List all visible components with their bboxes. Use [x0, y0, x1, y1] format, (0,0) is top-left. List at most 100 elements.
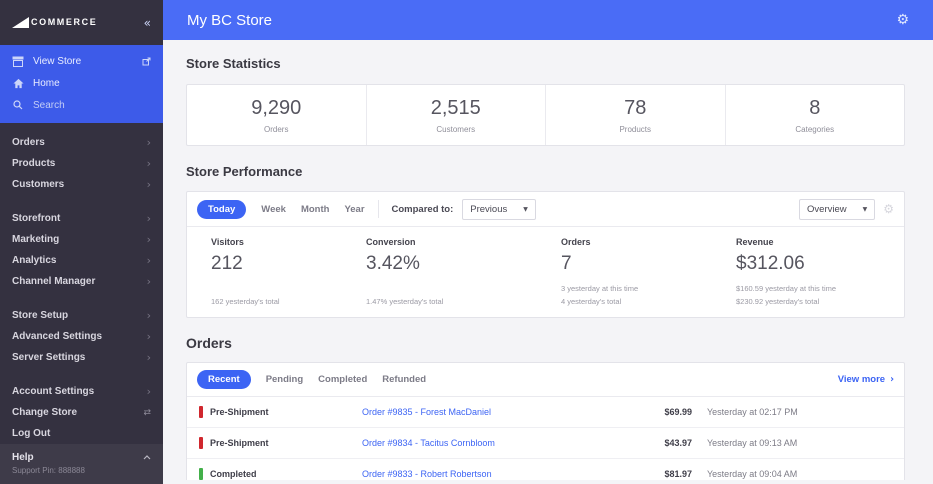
overview-select[interactable]: Overview ▼ [799, 198, 876, 220]
bigcommerce-sail-icon [12, 17, 29, 28]
chevron-right-icon: › [146, 330, 151, 343]
order-price: $81.97 [664, 469, 692, 479]
stat-orders[interactable]: 9,290 Orders [187, 85, 367, 145]
overview-value: Overview [807, 203, 847, 215]
help-toggle[interactable]: Help [12, 452, 151, 463]
compared-to-select[interactable]: Previous ▼ [462, 198, 536, 220]
caret-down-icon: ▼ [862, 205, 868, 213]
sidebar-item-customers[interactable]: Customers › [0, 174, 163, 195]
help-panel[interactable]: Help Support Pin: 888888 [0, 444, 163, 484]
tab-today[interactable]: Today [197, 199, 247, 219]
stat-categories[interactable]: 8 Categories [726, 85, 905, 145]
chevron-right-icon: › [146, 233, 151, 246]
stat-products[interactable]: 78 Products [546, 85, 726, 145]
metric-sub-now: 3 yesterday at this time [561, 284, 639, 293]
sidebar-item-home[interactable]: Home [0, 72, 163, 94]
menu-divider-gap [0, 368, 163, 381]
sidebar-item-orders[interactable]: Orders › [0, 132, 163, 153]
metric-sub-total: 162 yesterday's total [211, 297, 280, 306]
sidebar-item-storefront[interactable]: Storefront › [0, 208, 163, 229]
metric-label: Conversion [366, 237, 416, 247]
order-price: $43.97 [664, 438, 692, 448]
chevron-right-icon: › [146, 178, 151, 191]
order-status: Pre-Shipment [199, 437, 362, 449]
sidebar-item-analytics[interactable]: Analytics › [0, 250, 163, 271]
performance-settings-gear-icon[interactable]: ⚙ [883, 203, 894, 215]
store-title: My BC Store [187, 11, 273, 29]
chevron-right-icon: › [146, 212, 151, 225]
order-link[interactable]: Order #9833 - Robert Robertson [362, 469, 614, 479]
tab-week[interactable]: Week [261, 204, 286, 215]
sidebar-item-label: Search [33, 99, 65, 111]
order-status-indicator [199, 406, 203, 418]
chevron-right-icon: › [146, 136, 151, 149]
sidebar-item-server-settings[interactable]: Server Settings › [0, 347, 163, 368]
main-content: Store Statistics 9,290 Orders 2,515 Cust… [163, 40, 933, 480]
sidebar-item-label: Home [33, 77, 60, 89]
home-icon [12, 78, 24, 89]
compared-to-value: Previous [470, 203, 508, 215]
metric-value: 212 [211, 253, 243, 274]
tab-year[interactable]: Year [344, 204, 364, 215]
stat-label: Customers [436, 124, 476, 134]
sidebar-item-products[interactable]: Products › [0, 153, 163, 174]
order-status-label: Pre-Shipment [210, 407, 269, 417]
metric-label: Visitors [211, 237, 244, 247]
metric-sub-total: 1.47% yesterday's total [366, 297, 444, 306]
sidebar-item-advanced-settings[interactable]: Advanced Settings › [0, 326, 163, 347]
menu-divider-gap [0, 292, 163, 305]
metric-sub-total: $230.92 yesterday's total [736, 297, 820, 306]
store-statistics-card: 9,290 Orders 2,515 Customers 78 Products… [186, 84, 905, 146]
performance-controls: Today Week Month Year Compared to: Previ… [187, 192, 904, 227]
bigcommerce-logo: COMMERCE [12, 17, 97, 28]
sidebar-item-label: Change Store [12, 407, 78, 418]
chevron-right-icon: › [146, 275, 151, 288]
sidebar-item-account-settings[interactable]: Account Settings › [0, 381, 163, 402]
view-more-link[interactable]: View more › [838, 374, 894, 385]
tab-completed[interactable]: Completed [318, 374, 367, 385]
order-timestamp: Yesterday at 09:13 AM [707, 438, 798, 448]
view-more-label: View more [837, 374, 886, 385]
compared-to-label: Compared to: [391, 203, 454, 215]
sidebar-item-change-store[interactable]: Change Store ⇄ [0, 402, 163, 423]
settings-gear-icon[interactable]: ⚙ [896, 13, 909, 27]
sidebar-item-search[interactable]: Search [0, 94, 163, 116]
sidebar-item-label: Analytics [12, 255, 57, 266]
order-link[interactable]: Order #9835 - Forest MacDaniel [362, 407, 614, 417]
sidebar-item-label: Marketing [12, 234, 60, 245]
performance-metrics: Visitors 212 162 yesterday's total Conve… [187, 227, 904, 317]
help-label: Help [12, 452, 34, 463]
tab-recent[interactable]: Recent [197, 370, 251, 389]
sidebar-item-marketing[interactable]: Marketing › [0, 229, 163, 250]
top-header: My BC Store ⚙ [163, 0, 933, 40]
tab-refunded[interactable]: Refunded [382, 374, 426, 385]
metric-visitors: Visitors 212 162 yesterday's total [211, 237, 366, 307]
metric-label: Revenue [736, 237, 774, 247]
logo-bar: COMMERCE « [0, 0, 163, 45]
order-timestamp: Yesterday at 02:17 PM [707, 407, 798, 417]
chevron-right-icon: › [890, 374, 894, 385]
tab-pending[interactable]: Pending [266, 374, 303, 385]
order-status-label: Completed [210, 469, 257, 479]
collapse-sidebar-icon[interactable]: « [144, 16, 151, 30]
order-row: Pre-Shipment Order #9834 - Tacitus Cornb… [187, 428, 904, 459]
sidebar-item-label: Products [12, 158, 56, 169]
stat-value: 9,290 [251, 96, 302, 119]
sidebar-item-view-store[interactable]: View Store [0, 50, 163, 72]
storefront-icon [12, 56, 24, 67]
order-status-indicator [199, 437, 203, 449]
tab-month[interactable]: Month [301, 204, 330, 215]
orders-card: Recent Pending Completed Refunded View m… [186, 362, 905, 480]
sidebar-item-channel-manager[interactable]: Channel Manager › [0, 271, 163, 292]
stat-customers[interactable]: 2,515 Customers [367, 85, 546, 145]
metric-conversion: Conversion 3.42% 1.47% yesterday's total [366, 237, 561, 307]
metric-value: 3.42% [366, 253, 420, 274]
sidebar-item-label: Store Setup [12, 310, 69, 321]
sidebar-item-log-out[interactable]: Log Out [0, 423, 163, 444]
chevron-right-icon: › [146, 254, 151, 267]
sidebar: COMMERCE « View Store Home Search Orders… [0, 0, 163, 484]
order-link[interactable]: Order #9834 - Tacitus Cornbloom [362, 438, 614, 448]
sidebar-item-label: View Store [33, 55, 82, 67]
sidebar-item-label: Customers [12, 179, 65, 190]
sidebar-item-store-setup[interactable]: Store Setup › [0, 305, 163, 326]
